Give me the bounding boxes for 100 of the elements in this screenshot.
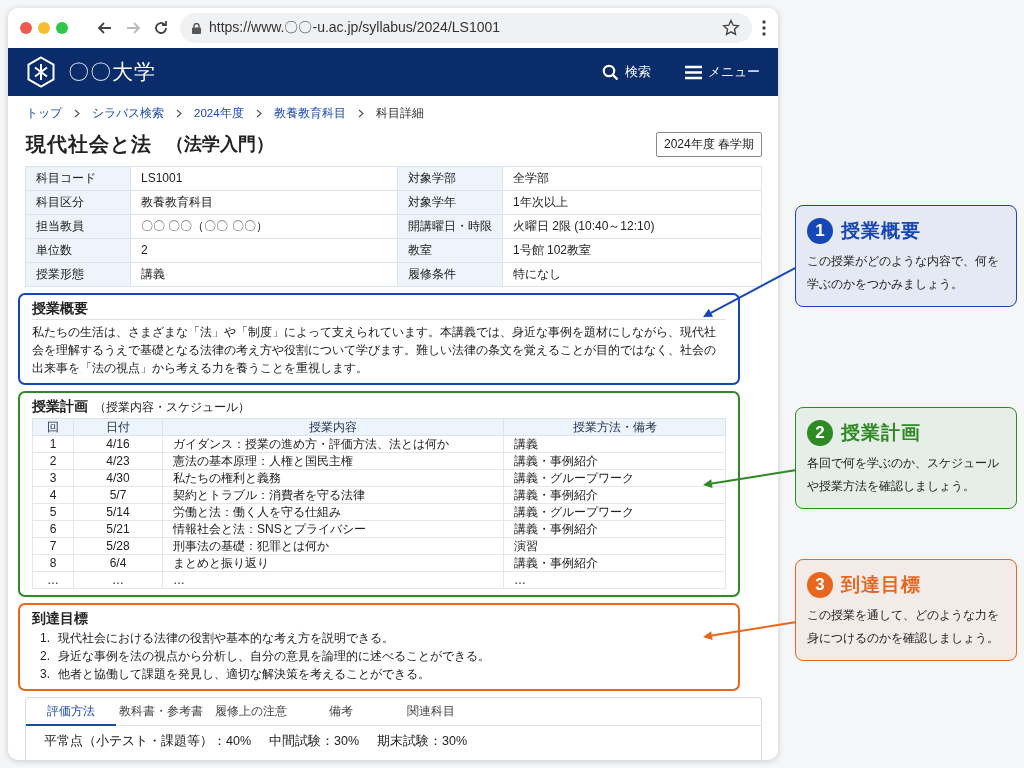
table-cell: 2	[130, 238, 398, 263]
table-cell: 対象学部	[397, 166, 503, 191]
table-cell: 5	[32, 503, 74, 521]
table-cell: 開講曜日・時限	[397, 214, 503, 239]
table-cell: 2	[32, 452, 74, 470]
breadcrumb-link[interactable]: シラバス検索	[92, 105, 164, 121]
section-heading: 到達目標	[32, 609, 88, 627]
table-cell: 講義・事例紹介	[503, 554, 726, 572]
column-header: 授業方法・備考	[503, 418, 726, 436]
list-number: 1.	[40, 630, 50, 647]
table-cell: 履修条件	[397, 262, 503, 287]
table-cell: 1年次以上	[502, 190, 762, 215]
table-cell: 教養教育科目	[130, 190, 398, 215]
table-cell: 科目コード	[25, 166, 131, 191]
table-cell: 1号館 102教室	[502, 238, 762, 263]
search-button[interactable]: 検索	[602, 63, 651, 81]
goal-text: 現代社会における法律の役割や基本的な考え方を説明できる。	[58, 630, 394, 647]
list-number: 3.	[40, 666, 50, 683]
table-cell: 単位数	[25, 238, 131, 263]
section-heading: 授業計画	[32, 397, 88, 415]
table-cell: 火曜日 2限 (10:40～12:10)	[502, 214, 762, 239]
callout-title: 到達目標	[841, 573, 921, 597]
tab[interactable]: 関連科目	[386, 698, 476, 726]
table-cell: …	[73, 571, 163, 589]
table-cell: 3	[32, 469, 74, 487]
table-cell: 全学部	[502, 166, 762, 191]
number-badge: 1	[807, 218, 833, 244]
callout-text: 各回で何を学ぶのか、スケジュールや授業方法を確認しましょう。	[807, 455, 1000, 495]
number-badge: 3	[807, 572, 833, 598]
table-cell: 5/28	[73, 537, 163, 555]
table-cell: 1	[32, 435, 74, 453]
table-cell: 6	[32, 520, 74, 538]
breadcrumb-link[interactable]: 2024年度	[194, 105, 244, 121]
section-subheading: （授業内容・スケジュール）	[94, 399, 250, 416]
menu-icon	[685, 64, 702, 80]
evaluation-item: 平常点（小テスト・課題等）：40%	[44, 733, 252, 749]
table-cell: 対象学年	[397, 190, 503, 215]
column-header: 授業内容	[162, 418, 504, 436]
breadcrumb-link[interactable]: トップ	[26, 105, 62, 121]
table-cell: 特になし	[502, 262, 762, 287]
more-icon[interactable]	[762, 20, 766, 36]
table-cell: 7	[32, 537, 74, 555]
tab[interactable]: 評価方法	[26, 698, 116, 726]
site-name[interactable]: 〇〇大学	[68, 58, 156, 86]
evaluation-item: 期末試験：30%	[377, 733, 468, 749]
table-cell: 契約とトラブル：消費者を守る法律	[162, 486, 504, 504]
table-cell: …	[503, 571, 726, 589]
table-cell: 講義・グループワーク	[503, 503, 726, 521]
address-bar[interactable]: https://www.〇〇-u.ac.jp/syllabus/2024/LS1001	[180, 13, 752, 43]
table-cell: 教室	[397, 238, 503, 263]
menu-button[interactable]: メニュー	[685, 63, 760, 81]
table-cell: …	[32, 571, 74, 589]
page-title: 現代社会と法	[26, 131, 152, 157]
table-cell: 担当教員	[25, 214, 131, 239]
goal-text: 他者と協働して課題を発見し、適切な解決策を考えることができる。	[58, 666, 430, 683]
breadcrumb-link[interactable]: 教養教育科目	[273, 105, 346, 121]
chevron-icon	[357, 108, 364, 118]
star-icon[interactable]	[722, 19, 740, 37]
table-cell: 授業形態	[25, 262, 131, 287]
tab[interactable]: 教科書・参考書	[116, 698, 206, 726]
section-heading: 授業概要	[32, 299, 88, 317]
table-cell: 6/4	[73, 554, 163, 572]
chevron-icon	[74, 108, 80, 118]
table-cell: 5/21	[73, 520, 163, 538]
table-cell: 講義・事例紹介	[503, 452, 726, 470]
evaluation-item: 中間試験：30%	[269, 733, 360, 749]
tab[interactable]: 履修上の注意	[206, 698, 296, 726]
hexagon-logo-icon[interactable]	[26, 56, 56, 88]
goal-text: 身近な事例を法の視点から分析し、自分の意見を論理的に述べることができる。	[58, 648, 490, 665]
column-header: 日付	[73, 418, 163, 436]
callout-text: この授業がどのような内容で、何を学ぶのかをつかみましょう。	[807, 253, 1000, 293]
table-cell: 私たちの権利と義務	[162, 469, 504, 487]
chevron-icon	[176, 108, 182, 118]
reload-icon[interactable]	[152, 19, 170, 37]
table-cell: 〇〇 〇〇（〇〇 〇〇）	[130, 214, 398, 239]
table-cell: まとめと振り返り	[162, 554, 504, 572]
close-button[interactable]	[20, 22, 32, 34]
table-cell: 講義	[503, 435, 726, 453]
lock-icon	[192, 22, 201, 34]
table-cell: 演習	[503, 537, 726, 555]
callout-text: この授業を通して、どのような力を身につけるのかを確認しましょう。	[807, 607, 1000, 647]
overview-text: 私たちの生活は、さまざまな「法」や「制度」によって支えられています。本講義では、身近な事例を題材にしながら、現代社会を理解するうえで基礎となる法律の考え方や役割について学びます。難しい法律の条文を覚えることが目的ではなく、社会の出来事を「法の視点」から考える力を養うことを重視します。	[32, 324, 717, 377]
table-cell: …	[162, 571, 504, 589]
table-cell: 4/23	[73, 452, 163, 470]
table-cell: 4	[32, 486, 74, 504]
tab[interactable]: 備考	[296, 698, 386, 726]
table-cell: 5/14	[73, 503, 163, 521]
table-cell: LS1001	[130, 166, 398, 191]
table-cell: 8	[32, 554, 74, 572]
search-icon	[602, 63, 619, 81]
table-cell: 講義	[130, 262, 398, 287]
column-header: 回	[32, 418, 74, 436]
callout-title: 授業計画	[841, 421, 921, 445]
table-cell: 講義・事例紹介	[503, 486, 726, 504]
table-cell: 5/7	[73, 486, 163, 504]
table-cell: 講義・事例紹介	[503, 520, 726, 538]
breadcrumb-current: 科目詳細	[375, 105, 424, 121]
table-cell: 4/30	[73, 469, 163, 487]
callout-title: 授業概要	[841, 219, 921, 243]
number-badge: 2	[807, 420, 833, 446]
